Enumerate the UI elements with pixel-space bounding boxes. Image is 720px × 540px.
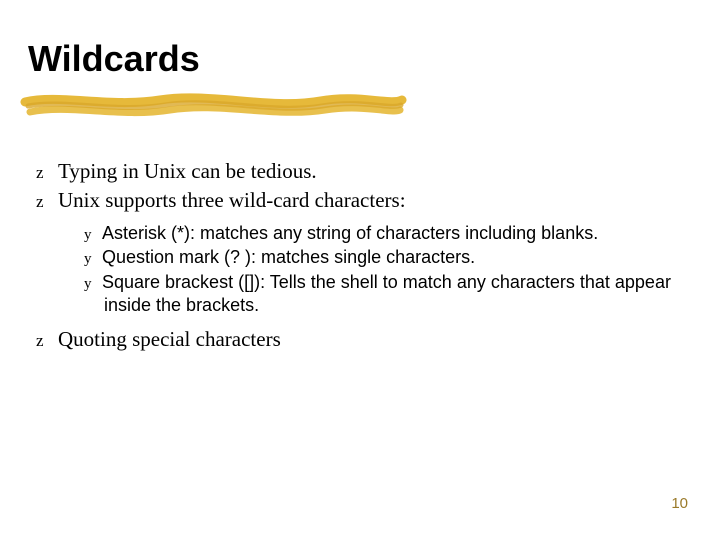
bullet-glyph-z-icon: z [36, 162, 58, 183]
bullet-text: Asterisk (*): matches any string of char… [102, 223, 598, 243]
slide-body: zTyping in Unix can be tedious. zUnix su… [36, 158, 680, 356]
bullet-glyph-y-icon: y [84, 226, 102, 245]
bullet-glyph-y-icon: y [84, 275, 102, 294]
bullet-text: Quoting special characters [58, 327, 281, 351]
bullet-level1: zTyping in Unix can be tedious. [36, 158, 680, 184]
bullet-text: Square brackest ([]): Tells the shell to… [102, 272, 671, 315]
bullet-level2: yAsterisk (*): matches any string of cha… [84, 222, 680, 245]
bullet-level1: zQuoting special characters [36, 326, 680, 352]
sub-bullet-group: yAsterisk (*): matches any string of cha… [84, 222, 680, 317]
bullet-text: Unix supports three wild-card characters… [58, 188, 406, 212]
bullet-level2: ySquare brackest ([]): Tells the shell t… [84, 271, 680, 316]
bullet-level1: zUnix supports three wild-card character… [36, 187, 680, 213]
slide: Wildcards zTyping in Unix can be tedious… [0, 0, 720, 540]
bullet-glyph-z-icon: z [36, 330, 58, 351]
page-number: 10 [671, 495, 688, 512]
bullet-level2: yQuestion mark (? ): matches single char… [84, 246, 680, 269]
bullet-glyph-z-icon: z [36, 191, 58, 212]
slide-title: Wildcards [28, 38, 200, 80]
bullet-text: Typing in Unix can be tedious. [58, 159, 317, 183]
bullet-glyph-y-icon: y [84, 250, 102, 269]
bullet-text: Question mark (? ): matches single chara… [102, 247, 475, 267]
title-underline-graphic [20, 88, 410, 124]
